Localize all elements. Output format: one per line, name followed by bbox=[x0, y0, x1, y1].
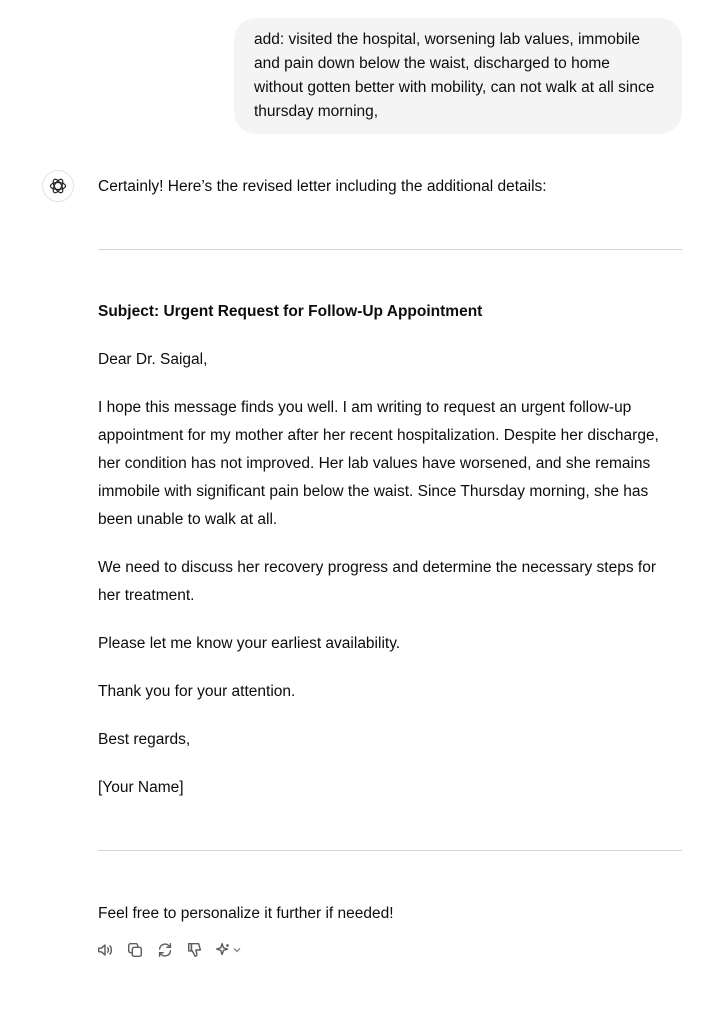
read-aloud-button[interactable] bbox=[94, 939, 116, 961]
thumbs-down-icon bbox=[187, 942, 202, 958]
letter-paragraph: We need to discuss her recovery progress… bbox=[98, 559, 656, 604]
letter-subject: Subject: Urgent Request for Follow-Up Ap… bbox=[98, 303, 483, 320]
copy-icon bbox=[127, 942, 143, 958]
sparkle-icon bbox=[215, 942, 229, 956]
message-actions bbox=[94, 939, 242, 961]
model-switch-button[interactable] bbox=[214, 941, 242, 959]
letter: Subject: Urgent Request for Follow-Up Ap… bbox=[98, 298, 682, 822]
letter-paragraph: Please let me know your earliest availab… bbox=[98, 635, 401, 652]
openai-logo-icon bbox=[49, 178, 67, 194]
thumbs-down-button[interactable] bbox=[184, 939, 206, 961]
read-aloud-icon bbox=[97, 944, 113, 956]
divider-top bbox=[98, 249, 682, 250]
letter-paragraph: I hope this message finds you well. I am… bbox=[98, 399, 659, 528]
user-message-text: add: visited the hospital, worsening lab… bbox=[254, 31, 655, 120]
letter-greeting: Dear Dr. Saigal, bbox=[98, 351, 208, 368]
letter-signature: [Your Name] bbox=[98, 779, 184, 796]
copy-button[interactable] bbox=[124, 939, 146, 961]
user-message-bubble: add: visited the hospital, worsening lab… bbox=[234, 18, 682, 134]
letter-closing: Best regards, bbox=[98, 731, 191, 748]
regenerate-icon bbox=[158, 942, 172, 958]
regenerate-button[interactable] bbox=[154, 939, 176, 961]
assistant-outro-text: Feel free to personalize it further if n… bbox=[98, 905, 394, 922]
letter-paragraph: Thank you for your attention. bbox=[98, 683, 296, 700]
chevron-down-icon bbox=[233, 948, 241, 953]
assistant-avatar bbox=[42, 170, 74, 202]
divider-bottom bbox=[98, 850, 682, 851]
assistant-intro-text: Certainly! Here’s the revised letter inc… bbox=[98, 178, 547, 195]
